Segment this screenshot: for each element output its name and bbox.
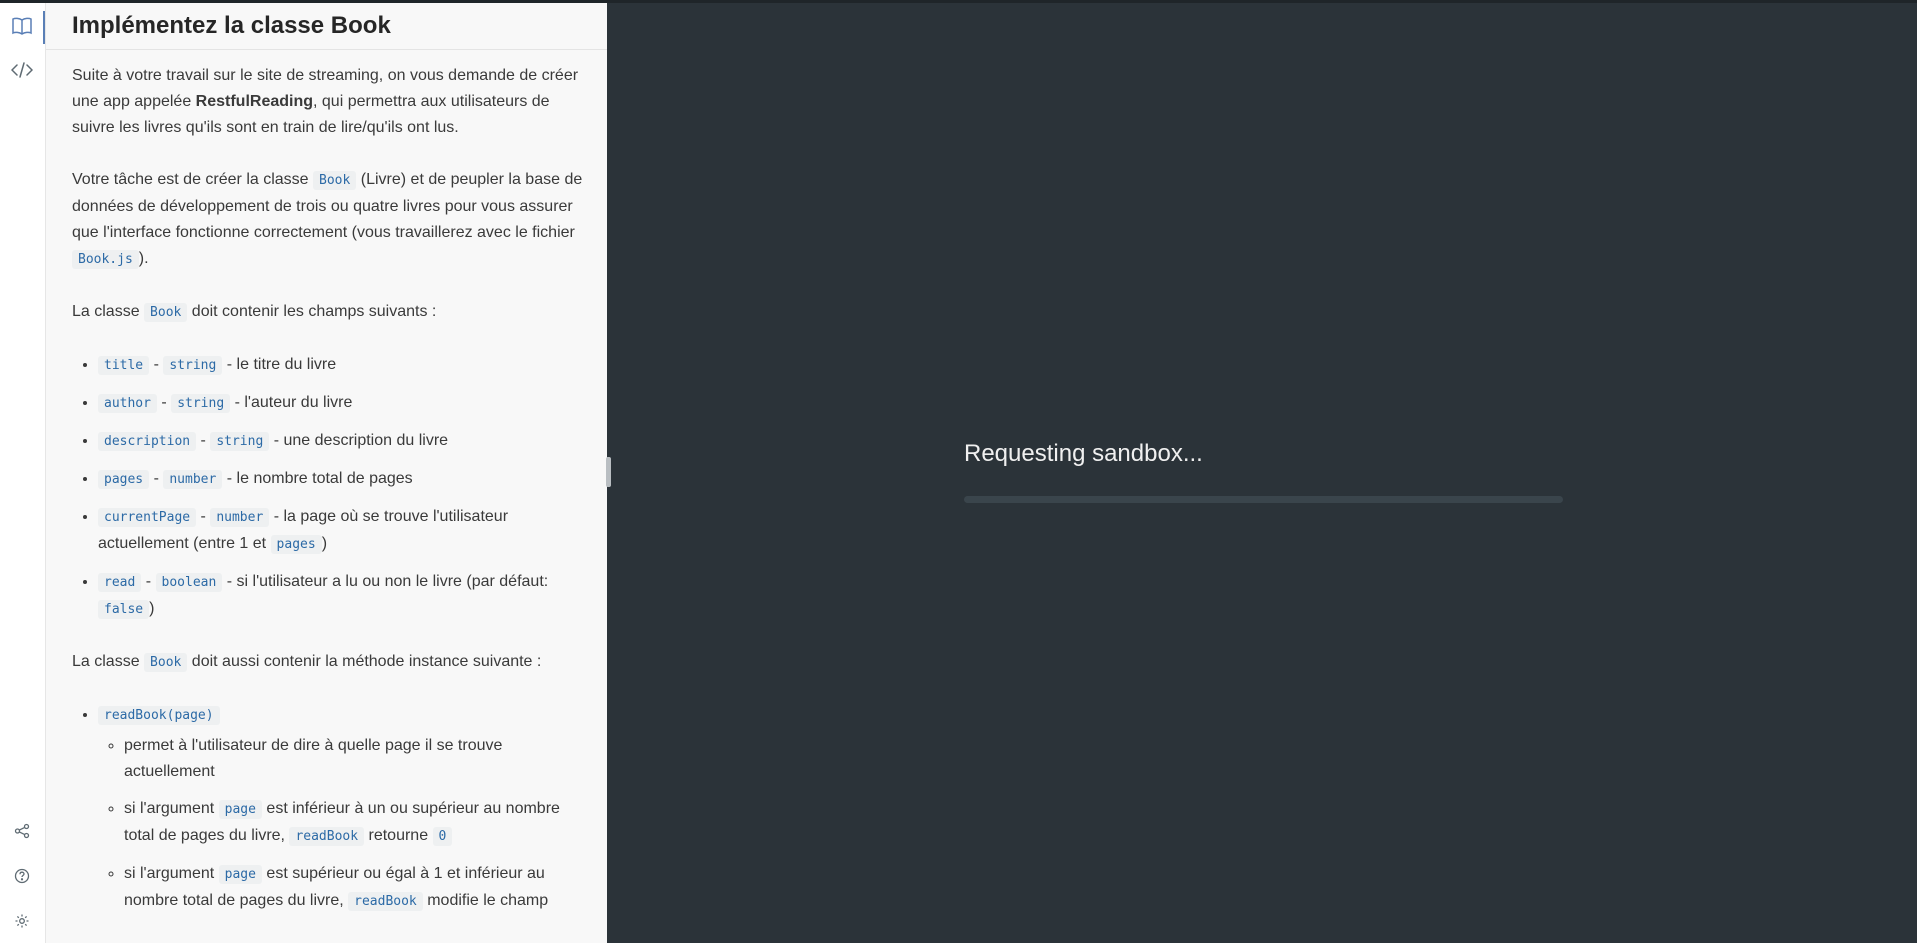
- field-name: description: [98, 432, 197, 451]
- list-item: title - string - le titre du livre: [98, 352, 594, 379]
- book-icon[interactable]: [10, 14, 34, 38]
- fields-list: title - string - le titre du livre autho…: [72, 352, 594, 623]
- field-name: pages: [98, 470, 150, 489]
- text: si l'argument: [124, 865, 219, 882]
- list-item: si l'argument page est inférieur à un ou…: [124, 796, 594, 850]
- method-signature: readBook(page): [98, 706, 220, 725]
- list-item: currentPage - number - la page où se tro…: [98, 504, 594, 558]
- list-item: permet à l'utilisateur de dire à quelle …: [124, 733, 594, 785]
- panel-resize-handle[interactable]: [606, 457, 611, 487]
- code-book: Book: [144, 653, 188, 672]
- text: Votre tâche est de créer la classe: [72, 171, 314, 188]
- text: doit aussi contenir la méthode instance …: [187, 653, 542, 670]
- text: ).: [138, 250, 149, 267]
- code-pages: pages: [270, 535, 322, 554]
- list-item: si l'argument page est supérieur ou égal…: [124, 861, 594, 915]
- field-type: boolean: [155, 573, 223, 592]
- field-desc: - si l'utilisateur a lu ou non le livre …: [222, 573, 549, 590]
- page-title: Implémentez la classe Book: [72, 12, 391, 39]
- method-details: permet à l'utilisateur de dire à quelle …: [98, 733, 594, 915]
- field-desc: - l'auteur du livre: [230, 394, 353, 411]
- code-icon[interactable]: [10, 58, 34, 82]
- list-item: description - string - une description d…: [98, 428, 594, 455]
- settings-icon[interactable]: [10, 909, 34, 933]
- text: La classe: [72, 653, 145, 670]
- text: modifie le champ: [422, 892, 549, 909]
- code-page: page: [218, 800, 262, 819]
- code-book: Book: [144, 303, 188, 322]
- field-type: string: [210, 432, 270, 451]
- field-name: title: [98, 356, 150, 375]
- field-type: string: [171, 394, 231, 413]
- field-desc: - le titre du livre: [222, 356, 337, 373]
- field-name: author: [98, 394, 157, 413]
- method-intro: La classe Book doit aussi contenir la mé…: [72, 649, 594, 676]
- list-item: read - boolean - si l'utilisateur a lu o…: [98, 569, 594, 623]
- field-name: currentPage: [98, 508, 197, 527]
- field-type: number: [210, 508, 270, 527]
- field-desc: - le nombre total de pages: [222, 470, 413, 487]
- field-type: number: [163, 470, 223, 489]
- icon-rail: [0, 3, 46, 943]
- code-book: Book: [313, 171, 357, 190]
- help-icon[interactable]: [10, 864, 34, 888]
- text: ): [321, 535, 328, 552]
- field-name: read: [98, 573, 142, 592]
- text: La classe: [72, 303, 145, 320]
- field-desc: - une description du livre: [269, 432, 449, 449]
- text: ): [149, 600, 155, 617]
- code-false: false: [98, 600, 150, 619]
- instructions-content: Suite à votre travail sur le site de str…: [72, 63, 594, 941]
- instructions-panel[interactable]: Suite à votre travail sur le site de str…: [46, 3, 607, 943]
- code-bookjs: Book.js: [72, 250, 139, 269]
- code-zero: 0: [432, 827, 453, 846]
- progress-bar: [964, 496, 1563, 503]
- intro-paragraph: Suite à votre travail sur le site de str…: [72, 63, 594, 141]
- panel-header: Implémentez la classe Book: [46, 3, 607, 50]
- list-item: readBook(page) permet à l'utilisateur de…: [98, 702, 594, 915]
- text: si l'argument: [124, 800, 219, 817]
- loading-text: Requesting sandbox...: [964, 440, 1203, 467]
- code-readbook: readBook: [348, 892, 423, 911]
- code-page: page: [218, 865, 262, 884]
- app-name: RestfulReading: [195, 93, 314, 110]
- share-icon[interactable]: [10, 819, 34, 843]
- text: doit contenir les champs suivants :: [187, 303, 437, 320]
- task-paragraph: Votre tâche est de créer la classe Book …: [72, 167, 594, 273]
- list-item: pages - number - le nombre total de page…: [98, 466, 594, 493]
- code-readbook: readBook: [289, 827, 365, 846]
- text: retourne: [364, 827, 433, 844]
- field-type: string: [163, 356, 223, 375]
- methods-list: readBook(page) permet à l'utilisateur de…: [72, 702, 594, 915]
- fields-intro: La classe Book doit contenir les champs …: [72, 299, 594, 326]
- active-tab-indicator: [43, 11, 45, 44]
- list-item: author - string - l'auteur du livre: [98, 390, 594, 417]
